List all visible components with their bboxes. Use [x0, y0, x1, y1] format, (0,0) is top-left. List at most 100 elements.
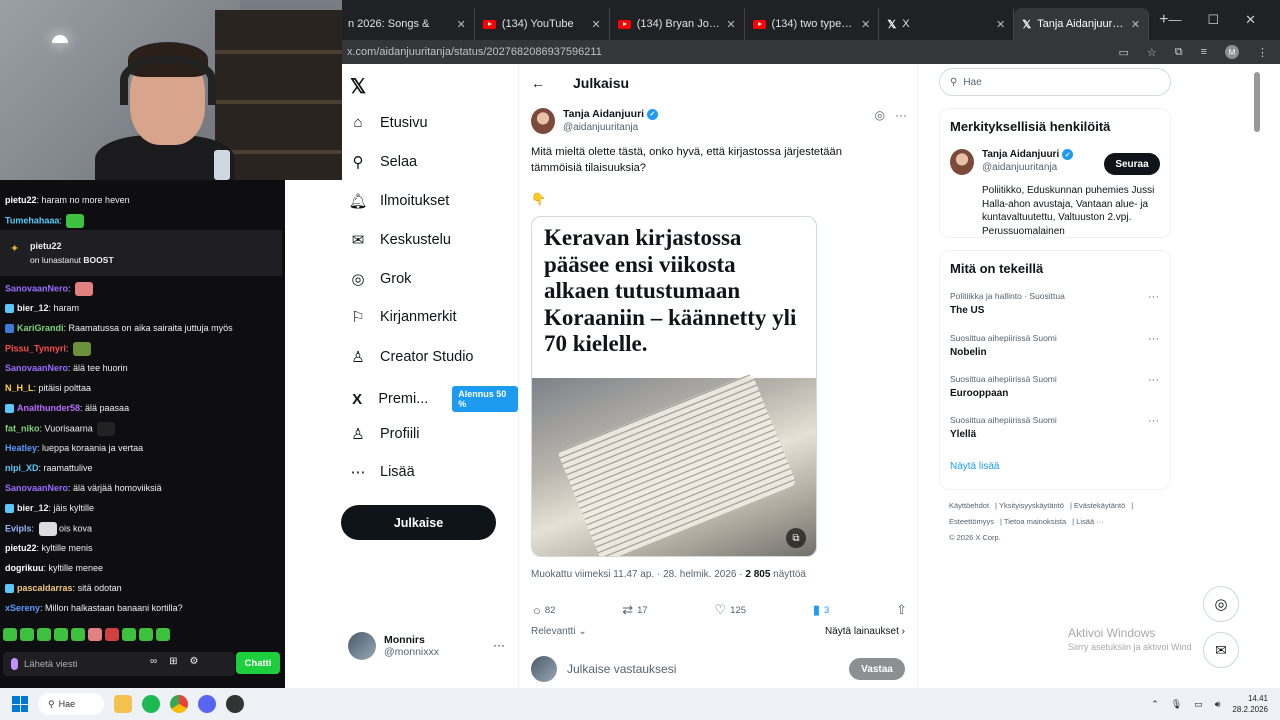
media-icon[interactable]: ≡ — [1201, 46, 1207, 58]
emote[interactable] — [37, 628, 51, 641]
like-button[interactable]: ♡ 125 — [715, 602, 747, 618]
network-icon[interactable]: ▭ — [1194, 699, 1203, 710]
footer-link[interactable]: Tietoa mainoksista — [1004, 517, 1066, 526]
tab-x[interactable]: 𝕏 X ✕ — [879, 8, 1015, 40]
close-icon[interactable]: ✕ — [861, 18, 870, 31]
sort-dropdown[interactable]: Relevantti ⌄ — [531, 626, 587, 637]
chat-input-placeholder[interactable]: Lähetä viesti — [24, 659, 235, 670]
tab-spotify[interactable]: n 2026: Songs & ✕ — [340, 8, 475, 40]
chat-username[interactable]: Pissu_Tynnyri — [5, 343, 66, 353]
bookmark-button[interactable]: ▮ 3 — [813, 602, 829, 618]
mic-icon[interactable]: 🎙︎ — [1171, 699, 1182, 710]
chat-input[interactable]: Lähetä viesti — [3, 652, 235, 676]
nav-item-more[interactable]: ⋯ Lisää — [348, 463, 415, 481]
follow-button[interactable]: Seuraa — [1104, 153, 1160, 175]
menu-icon[interactable]: ⋮ — [1257, 46, 1268, 59]
nav-item-profile[interactable]: ♙ Profiili — [348, 425, 419, 443]
author-name[interactable]: Tanja Aidanjuuri — [563, 108, 644, 120]
more-icon[interactable]: ··· — [1148, 415, 1159, 427]
footer-link[interactable]: Evästekäytäntö — [1074, 501, 1125, 510]
footer-link[interactable]: Lisää ··· — [1076, 517, 1104, 526]
tab-youtube[interactable]: (134) YouTube ✕ — [475, 8, 610, 40]
maximize-icon[interactable]: ☐ — [1207, 12, 1219, 28]
chat-username[interactable]: Analthunder58 — [17, 403, 80, 413]
mic-icon[interactable] — [11, 658, 18, 670]
obs-icon[interactable] — [226, 695, 244, 713]
tab-youtube-two-types[interactable]: (134) two types of people ✕ — [745, 8, 880, 40]
grok-fab-icon[interactable]: ◎ — [1203, 586, 1239, 622]
chrome-icon[interactable] — [170, 695, 188, 713]
account-switcher[interactable]: Monnirs @monnixxx ··· — [348, 632, 505, 660]
chat-username[interactable]: Heatley — [5, 443, 37, 453]
emote[interactable] — [105, 628, 119, 641]
chat-username[interactable]: N_H_L — [5, 383, 34, 393]
reply-submit-button[interactable]: Vastaa — [849, 658, 905, 680]
chat-username[interactable]: SanovaanNero — [5, 283, 68, 293]
emote[interactable] — [3, 628, 17, 641]
search-placeholder[interactable]: Hae — [963, 77, 981, 88]
footer-link[interactable]: Yksityisyyskäytäntö — [999, 501, 1064, 510]
minimize-icon[interactable]: — — [1168, 12, 1181, 28]
more-icon[interactable]: ··· — [1148, 374, 1159, 386]
windows-start-icon[interactable] — [12, 696, 28, 712]
close-icon[interactable]: ✕ — [726, 18, 735, 31]
volume-icon[interactable]: 🔊︎ — [1215, 699, 1221, 710]
close-icon[interactable]: ✕ — [457, 18, 466, 31]
repost-button[interactable]: ⇄ 17 — [622, 602, 647, 618]
chat-username[interactable]: xSereny — [5, 603, 40, 613]
emote[interactable] — [54, 628, 68, 641]
more-icon[interactable]: ··· — [1148, 291, 1159, 303]
chat-username[interactable]: pascaldarras — [17, 583, 73, 593]
taskbar-search[interactable]: ⚲ Hae — [38, 693, 104, 715]
grok-icon[interactable]: ◎ — [875, 108, 885, 122]
chat-username[interactable]: pietu22 — [5, 543, 37, 553]
x-logo-icon[interactable]: 𝕏 — [350, 74, 366, 99]
more-icon[interactable]: ··· — [895, 108, 907, 122]
search-input[interactable]: ⚲ Hae — [939, 68, 1171, 96]
star-icon[interactable]: ☆ — [1147, 46, 1157, 59]
emote[interactable] — [139, 628, 153, 641]
reply-placeholder[interactable]: Julkaise vastauksesi — [567, 662, 676, 676]
emote[interactable] — [156, 628, 170, 641]
nav-item-notifications[interactable]: 🔔︎ Ilmoitukset — [348, 192, 449, 210]
settings-icon[interactable]: ⚙ — [190, 656, 199, 667]
spotify-icon[interactable] — [142, 695, 160, 713]
trend-item[interactable]: Suosittua aihepiirissä Suomi Ylellä ··· — [950, 415, 1165, 440]
scrollbar-thumb[interactable] — [1254, 72, 1260, 132]
emote[interactable] — [71, 628, 85, 641]
nav-item-premium[interactable]: X Premi... Alennus 50 % — [348, 386, 518, 412]
show-more-link[interactable]: Näytä lisää — [950, 461, 999, 472]
chat-username[interactable]: dogrikuu — [5, 563, 44, 573]
chat-username[interactable]: SanovaanNero — [5, 363, 68, 373]
chat-username[interactable]: bier_12 — [17, 303, 49, 313]
close-icon[interactable]: ✕ — [1131, 18, 1140, 31]
chat-username[interactable]: KariGrandi — [17, 323, 64, 333]
suggested-user[interactable]: Tanja Aidanjuuri ✓ @aidanjuuritanja — [950, 149, 1074, 175]
url-text[interactable]: x.com/aidanjuuritanja/status/20276820869… — [347, 46, 1118, 58]
bits-icon[interactable]: ∞ — [150, 656, 157, 667]
avatar[interactable] — [950, 149, 974, 175]
trend-item[interactable]: Suosittua aihepiirissä Suomi Nobelin ··· — [950, 333, 1165, 358]
post-media-card[interactable]: Keravan kirjastossa pääsee ensi viikosta… — [531, 216, 817, 557]
reply-composer[interactable]: Julkaise vastauksesi — [531, 656, 676, 682]
author-handle[interactable]: @aidanjuuritanja — [563, 122, 658, 133]
chat-username[interactable]: Evipls — [5, 523, 32, 533]
tab-x-post[interactable]: 𝕏 Tanja Aidanjuuri X:ssä: "M ✕ — [1014, 8, 1150, 40]
more-icon[interactable]: ··· — [493, 638, 505, 652]
footer-link[interactable]: Käyttöehdot — [949, 501, 989, 510]
show-quotes-link[interactable]: Näytä lainaukset › — [825, 626, 905, 637]
avatar[interactable] — [531, 108, 555, 134]
nav-item-grok[interactable]: ◎ Grok — [348, 270, 411, 288]
chat-username[interactable]: SanovaanNero — [5, 483, 68, 493]
chat-send-button[interactable]: Chatti — [236, 652, 280, 674]
messages-fab-icon[interactable]: ✉ — [1203, 632, 1239, 668]
post-button[interactable]: Julkaise — [341, 505, 496, 540]
emote[interactable] — [20, 628, 34, 641]
user-handle[interactable]: @aidanjuuritanja — [982, 162, 1073, 173]
close-icon[interactable]: ✕ — [591, 18, 600, 31]
nav-item-explore[interactable]: ⚲ Selaa — [348, 153, 418, 171]
emote[interactable] — [122, 628, 136, 641]
chat-username[interactable]: Tumehahaaa — [5, 215, 59, 225]
cast-icon[interactable]: ▭ — [1118, 46, 1128, 59]
back-arrow-icon[interactable]: ← — [531, 75, 545, 91]
